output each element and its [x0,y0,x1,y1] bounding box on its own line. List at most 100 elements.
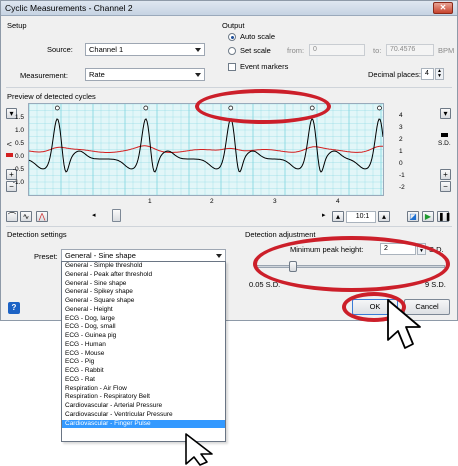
x-tick: 1 [148,198,152,205]
source-select[interactable]: Channel 1 [85,43,205,56]
chevron-down-icon [195,48,201,52]
output-group-label: Output [222,21,245,30]
y-tick: 1.5 [14,114,24,121]
unit-label: BPM [438,46,455,55]
scroll-right-icon[interactable]: ▸ [322,211,326,219]
setup-group-label: Setup [7,21,27,30]
preview-plot-svg [28,103,384,196]
sync-icon[interactable]: ◪ [407,211,419,222]
right-tick: 2 [399,136,403,143]
zoom-up-button[interactable]: ▴ [378,211,390,222]
right-tick: -2 [399,184,405,191]
preset-option[interactable]: ECG - Guinea pig [62,332,225,341]
decimal-places-spinner[interactable]: ▲ ▼ [435,68,444,80]
source-value: Channel 1 [89,45,124,54]
measurement-value: Rate [89,70,105,79]
detection-settings-label: Detection settings [7,230,67,239]
right-axis-menu-button[interactable]: ▾ [440,108,451,119]
chevron-down-icon [216,254,222,258]
spectrum-view-icon[interactable]: ∿ [20,211,32,222]
mouse-cursor-icon [387,299,421,349]
right-zoom-out-button[interactable]: − [440,181,451,192]
x-tick: 2 [210,198,214,205]
chart-view-icon[interactable]: ⌒ [6,211,18,222]
preset-label: Preset: [34,252,58,261]
window-title: Cyclic Measurements - Channel 2 [5,3,133,13]
scroll-left-icon[interactable]: ◂ [92,211,96,219]
event-markers-label: Event markers [240,62,289,71]
help-icon[interactable]: ? [8,302,20,314]
right-axis-unit: S.D. [438,140,451,147]
preset-option[interactable]: ECG - Dog, large [62,315,225,324]
right-tick: 1 [399,148,403,155]
preset-option[interactable]: General - Spikey shape [62,288,225,297]
preview-group-label: Preview of detected cycles [7,92,96,101]
right-tick: 3 [399,124,403,131]
divider [6,226,452,227]
right-zoom-in-button[interactable]: + [440,169,451,180]
mouse-cursor-icon [185,433,213,466]
preset-value: General - Sine shape [65,251,136,260]
detection-adjustment-label: Detection adjustment [245,230,316,239]
measurement-select[interactable]: Rate [85,68,205,81]
pause-icon[interactable]: ❚❚ [437,211,451,222]
annotation-ellipse-adjustment [253,236,450,292]
sd-color-marker [441,133,448,137]
preset-dropdown-list[interactable]: General - Simple threshold General - Peak… [61,261,226,442]
preset-option[interactable]: General - Height [62,306,225,315]
preset-option[interactable]: ECG - Human [62,341,225,350]
from-label: from: [287,46,305,55]
preset-option[interactable]: ECG - Pig [62,358,225,367]
to-label: to: [373,46,382,55]
preset-option[interactable]: General - Square shape [62,297,225,306]
right-tick: -1 [399,172,405,179]
zoom-field[interactable]: 10:1 [346,211,376,223]
preset-option[interactable]: General - Sine shape [62,280,225,289]
preset-option[interactable]: Cardiovascular - Ventricular Pressure [62,411,225,420]
preset-option[interactable]: Respiration - Air Flow [62,385,225,394]
preset-option[interactable]: ECG - Mouse [62,350,225,359]
chevron-down-icon [195,73,201,77]
auto-scale-radio[interactable] [228,33,236,41]
close-button[interactable]: ✕ [433,2,453,14]
peak-view-icon[interactable]: ⋀ [36,211,48,222]
peak-marker [54,105,60,111]
preset-option[interactable]: ECG - Dog, small [62,323,225,332]
set-scale-label: Set scale [240,46,271,55]
zoom-down-button[interactable]: ▴ [332,211,344,222]
right-tick: 4 [399,112,403,119]
preset-option[interactable]: ECG - Rat [62,376,225,385]
auto-scale-label: Auto scale [240,32,276,41]
set-scale-radio[interactable] [228,47,236,55]
from-field[interactable]: 0 [309,44,365,56]
preset-option[interactable]: General - Simple threshold [62,262,225,271]
preset-option[interactable]: General - Peak after threshold [62,271,225,280]
preset-option[interactable]: Cardiovascular - Finger Pulse [62,419,225,429]
right-tick: 0 [399,160,403,167]
y-tick: 1.0 [14,127,24,134]
x-tick: 4 [336,198,340,205]
event-markers-checkbox[interactable] [228,63,236,71]
play-icon[interactable]: ▶ [422,211,434,222]
peak-marker [377,105,382,111]
decimal-places-field[interactable]: 4 [421,68,434,80]
source-label: Source: [47,45,73,54]
y-tick: -0.5 [12,166,24,173]
preset-option[interactable]: Cardiovascular - Arterial Pressure [62,402,225,411]
title-bar: Cyclic Measurements - Channel 2 ✕ [1,1,457,16]
measurement-label: Measurement: [20,71,68,80]
preset-option[interactable]: ECG - Rabbit [62,367,225,376]
y-tick: -1.0 [12,179,24,186]
signal-line [28,118,384,173]
annotation-ellipse-peaks [195,89,331,124]
y-tick: 0.0 [14,153,24,160]
decimal-places-label: Decimal places: [368,70,421,79]
scrollbar-thumb[interactable] [112,209,121,222]
y-tick: 0.5 [14,140,24,147]
peak-marker [143,105,149,111]
preset-option[interactable]: Respiration - Respiratory Belt [62,393,225,402]
to-field[interactable]: 70.4576 [386,44,434,56]
x-tick: 3 [273,198,277,205]
divider [6,87,452,88]
preview-plot[interactable] [28,103,384,196]
